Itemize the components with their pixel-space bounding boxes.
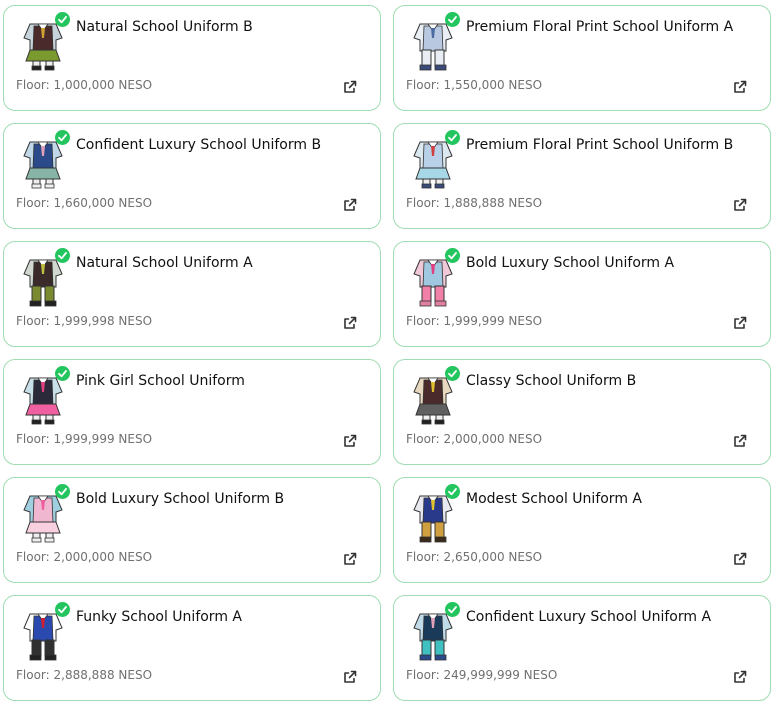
floor-value: 1,660,000 NESO — [53, 196, 153, 210]
item-card[interactable]: Confident Luxury School Uniform A Floor:… — [393, 595, 771, 701]
floor-label: Floor: — [16, 196, 50, 210]
floor-price: Floor: 1,999,998 NESO — [16, 314, 152, 328]
floor-price: Floor: 2,000,000 NESO — [406, 432, 542, 446]
floor-price: Floor: 1,999,999 NESO — [16, 432, 152, 446]
floor-value: 2,000,000 NESO — [443, 432, 543, 446]
item-name: Premium Floral Print School Uniform A — [466, 19, 734, 35]
uniform-outfit-icon — [16, 12, 70, 72]
external-link-icon[interactable] — [732, 197, 748, 213]
floor-label: Floor: — [406, 432, 440, 446]
external-link-icon[interactable] — [342, 79, 358, 95]
item-grid: Natural School Uniform B Floor: 1,000,00… — [3, 5, 771, 701]
external-link-icon[interactable] — [732, 551, 748, 567]
external-link-icon[interactable] — [342, 669, 358, 685]
floor-price: Floor: 2,888,888 NESO — [16, 668, 152, 682]
floor-value: 2,000,000 NESO — [53, 550, 153, 564]
floor-price: Floor: 1,000,000 NESO — [16, 78, 152, 92]
item-name: Natural School Uniform A — [76, 255, 253, 271]
uniform-outfit-icon — [16, 130, 70, 190]
verified-check-icon — [445, 12, 460, 27]
external-link-icon[interactable] — [732, 79, 748, 95]
item-card[interactable]: Premium Floral Print School Uniform A Fl… — [393, 5, 771, 111]
item-name: Bold Luxury School Uniform B — [76, 491, 285, 507]
external-link-icon[interactable] — [342, 197, 358, 213]
floor-label: Floor: — [406, 314, 440, 328]
item-name: Pink Girl School Uniform — [76, 373, 245, 389]
uniform-outfit-icon — [406, 248, 460, 308]
item-card[interactable]: Confident Luxury School Uniform B Floor:… — [3, 123, 381, 229]
uniform-outfit-icon — [406, 12, 460, 72]
floor-value: 2,888,888 NESO — [53, 668, 153, 682]
item-card[interactable]: Modest School Uniform A Floor: 2,650,000… — [393, 477, 771, 583]
floor-label: Floor: — [406, 550, 440, 564]
item-name: Bold Luxury School Uniform A — [466, 255, 675, 271]
floor-label: Floor: — [16, 78, 50, 92]
external-link-icon[interactable] — [342, 433, 358, 449]
verified-check-icon — [445, 130, 460, 145]
floor-value: 1,888,888 NESO — [443, 196, 543, 210]
external-link-icon[interactable] — [732, 433, 748, 449]
floor-price: Floor: 2,000,000 NESO — [16, 550, 152, 564]
floor-label: Floor: — [406, 78, 440, 92]
floor-label: Floor: — [16, 432, 50, 446]
floor-label: Floor: — [406, 196, 440, 210]
external-link-icon[interactable] — [342, 551, 358, 567]
external-link-icon[interactable] — [342, 315, 358, 331]
item-card[interactable]: Funky School Uniform A Floor: 2,888,888 … — [3, 595, 381, 701]
floor-price: Floor: 249,999,999 NESO — [406, 668, 557, 682]
verified-check-icon — [445, 248, 460, 263]
item-card[interactable]: Bold Luxury School Uniform B Floor: 2,00… — [3, 477, 381, 583]
item-name: Confident Luxury School Uniform A — [466, 609, 712, 625]
floor-value: 1,999,999 NESO — [443, 314, 543, 328]
verified-check-icon — [55, 130, 70, 145]
floor-value: 1,550,000 NESO — [443, 78, 543, 92]
external-link-icon[interactable] — [732, 669, 748, 685]
floor-price: Floor: 2,650,000 NESO — [406, 550, 542, 564]
uniform-outfit-icon — [406, 484, 460, 544]
floor-value: 249,999,999 NESO — [443, 668, 558, 682]
floor-value: 1,999,999 NESO — [53, 432, 153, 446]
item-card[interactable]: Premium Floral Print School Uniform B Fl… — [393, 123, 771, 229]
floor-label: Floor: — [16, 668, 50, 682]
uniform-outfit-icon — [406, 366, 460, 426]
uniform-outfit-icon — [16, 366, 70, 426]
uniform-outfit-icon — [16, 602, 70, 662]
verified-check-icon — [445, 602, 460, 617]
floor-price: Floor: 1,888,888 NESO — [406, 196, 542, 210]
item-card[interactable]: Bold Luxury School Uniform A Floor: 1,99… — [393, 241, 771, 347]
item-card[interactable]: Natural School Uniform A Floor: 1,999,99… — [3, 241, 381, 347]
verified-check-icon — [55, 602, 70, 617]
floor-price: Floor: 1,999,999 NESO — [406, 314, 542, 328]
floor-label: Floor: — [16, 550, 50, 564]
uniform-outfit-icon — [406, 602, 460, 662]
item-name: Premium Floral Print School Uniform B — [466, 137, 734, 153]
item-name: Modest School Uniform A — [466, 491, 642, 507]
verified-check-icon — [55, 12, 70, 27]
uniform-outfit-icon — [16, 248, 70, 308]
floor-label: Floor: — [406, 668, 440, 682]
floor-value: 1,999,998 NESO — [53, 314, 153, 328]
verified-check-icon — [55, 484, 70, 499]
uniform-outfit-icon — [406, 130, 460, 190]
verified-check-icon — [445, 484, 460, 499]
floor-label: Floor: — [16, 314, 50, 328]
verified-check-icon — [55, 366, 70, 381]
item-name: Classy School Uniform B — [466, 373, 637, 389]
floor-price: Floor: 1,660,000 NESO — [16, 196, 152, 210]
item-card[interactable]: Pink Girl School Uniform Floor: 1,999,99… — [3, 359, 381, 465]
item-name: Natural School Uniform B — [76, 19, 253, 35]
uniform-outfit-icon — [16, 484, 70, 544]
verified-check-icon — [55, 248, 70, 263]
verified-check-icon — [445, 366, 460, 381]
item-name: Funky School Uniform A — [76, 609, 242, 625]
external-link-icon[interactable] — [732, 315, 748, 331]
item-card[interactable]: Natural School Uniform B Floor: 1,000,00… — [3, 5, 381, 111]
floor-value: 2,650,000 NESO — [443, 550, 543, 564]
floor-value: 1,000,000 NESO — [53, 78, 153, 92]
item-name: Confident Luxury School Uniform B — [76, 137, 322, 153]
item-card[interactable]: Classy School Uniform B Floor: 2,000,000… — [393, 359, 771, 465]
floor-price: Floor: 1,550,000 NESO — [406, 78, 542, 92]
